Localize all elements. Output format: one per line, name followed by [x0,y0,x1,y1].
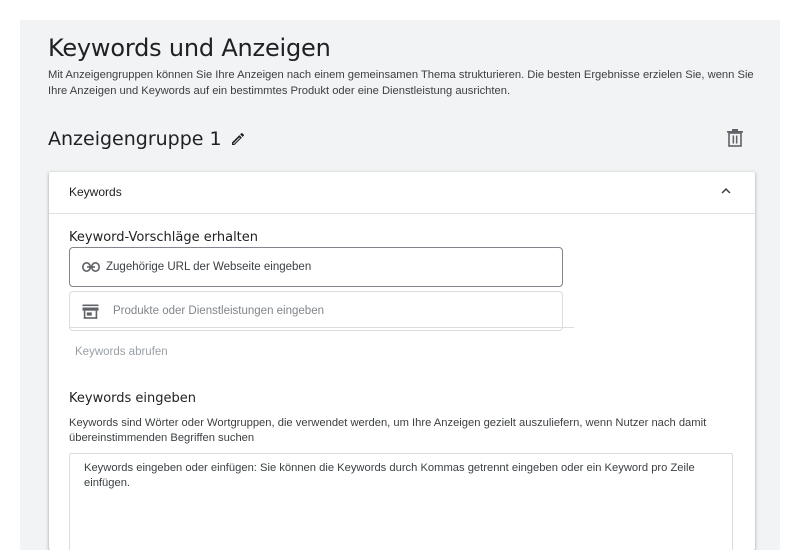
ad-group-heading: Anzeigengruppe 1 [48,128,246,150]
fetch-keywords-button[interactable]: Keywords abrufen [75,346,168,358]
products-input-underline [69,327,574,328]
enter-keywords-help: Keywords sind Wörter oder Wortgruppen, d… [69,417,707,444]
enter-keywords-label: Keywords eingeben [69,391,197,406]
page-title: Keywords und Anzeigen [48,34,331,62]
page-description: Mit Anzeigengruppen können Sie Ihre Anze… [48,69,754,97]
pencil-icon[interactable] [230,131,246,147]
link-icon [82,262,100,272]
keywords-card-header[interactable]: Keywords [49,172,755,214]
chevron-up-icon[interactable] [717,182,735,205]
keywords-card-title: Keywords [69,185,122,199]
suggestions-label: Keyword-Vorschläge erhalten [69,230,259,245]
keywords-card: Keywords Keyword-Vorschläge erhalten Zug… [49,172,755,550]
products-input[interactable]: Produkte oder Dienstleistungen eingeben [69,291,563,331]
url-input[interactable]: Zugehörige URL der Webseite eingeben [69,247,563,287]
url-input-placeholder: Zugehörige URL der Webseite eingeben [106,261,312,273]
ad-group-title: Anzeigengruppe 1 [48,128,222,150]
trash-icon[interactable] [726,128,744,153]
keywords-textarea[interactable]: Keywords eingeben oder einfügen: Sie kön… [69,453,733,550]
products-input-placeholder: Produkte oder Dienstleistungen eingeben [113,305,324,317]
store-icon [82,304,99,319]
